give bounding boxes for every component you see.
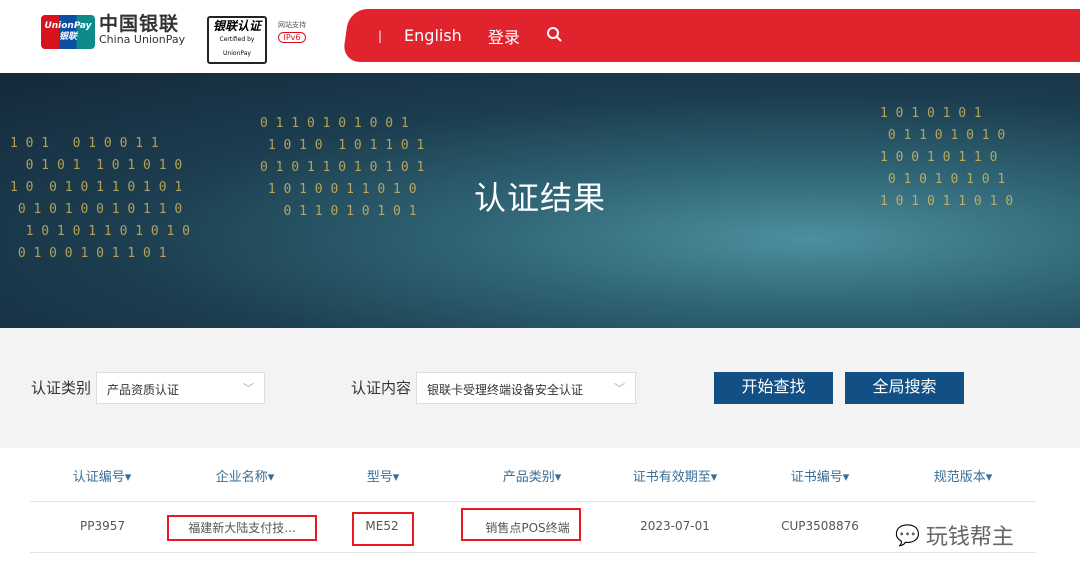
banner: 1 0 1 0 1 0 0 1 1 0 1 0 1 1 0 1 0 1 0 1 … <box>0 73 1080 328</box>
divider <box>30 501 1036 502</box>
highlight-box <box>352 512 414 546</box>
english-link[interactable]: English <box>404 26 462 45</box>
category-select[interactable]: 产品资质认证 ﹀ <box>96 372 265 404</box>
content-label: 认证内容 <box>351 379 412 397</box>
column-cert-id[interactable]: 认证编号▾ <box>32 466 172 485</box>
column-model[interactable]: 型号▾ <box>313 466 453 485</box>
column-cert-number[interactable]: 证书编号▾ <box>750 466 890 485</box>
column-valid-until[interactable]: 证书有效期至▾ <box>605 466 745 485</box>
certified-logo: 银联认证 Certified by UnionPay <box>207 16 267 64</box>
cell-valid-until: 2023-07-01 <box>640 519 710 533</box>
chevron-down-icon: ﹀ <box>614 382 625 395</box>
cell-cert-number: CUP3508876 <box>781 519 859 533</box>
start-search-button[interactable]: 开始查找 <box>714 372 833 404</box>
logo-cn: 中国银联 <box>99 13 180 35</box>
wechat-icon: 💬 <box>895 523 920 547</box>
page-title: 认证结果 <box>473 179 606 217</box>
divider <box>30 552 1036 553</box>
category-label: 认证类别 <box>31 379 92 397</box>
highlight-box <box>461 508 581 541</box>
unionpay-card-logo: UnionPay 银联 <box>41 15 95 49</box>
ipv6-badge: 网站支持 IPv6 <box>278 21 306 43</box>
unionpay-logo[interactable]: UnionPay 银联 中国银联 China UnionPay <box>41 15 185 49</box>
column-spec-version[interactable]: 规范版本▾ <box>893 466 1033 485</box>
content-select[interactable]: 银联卡受理终端设备安全认证 ﹀ <box>416 372 636 404</box>
highlight-box <box>167 515 317 541</box>
column-company[interactable]: 企业名称▾ <box>175 466 315 485</box>
watermark: 💬 玩钱帮主 <box>895 523 1014 550</box>
cell-cert-id: PP3957 <box>79 519 125 533</box>
top-nav: | English 登录 <box>378 9 588 62</box>
chevron-down-icon: ﹀ <box>243 382 254 395</box>
header: UnionPay 银联 中国银联 China UnionPay 银联认证 Certif… <box>0 0 1080 73</box>
nav-separator: | <box>378 28 383 43</box>
global-search-button[interactable]: 全局搜索 <box>845 372 964 404</box>
login-link[interactable]: 登录 <box>488 24 520 48</box>
logo-en: China UnionPay <box>99 33 186 46</box>
search-icon[interactable] <box>546 26 562 46</box>
column-category[interactable]: 产品类别▾ <box>462 466 602 485</box>
